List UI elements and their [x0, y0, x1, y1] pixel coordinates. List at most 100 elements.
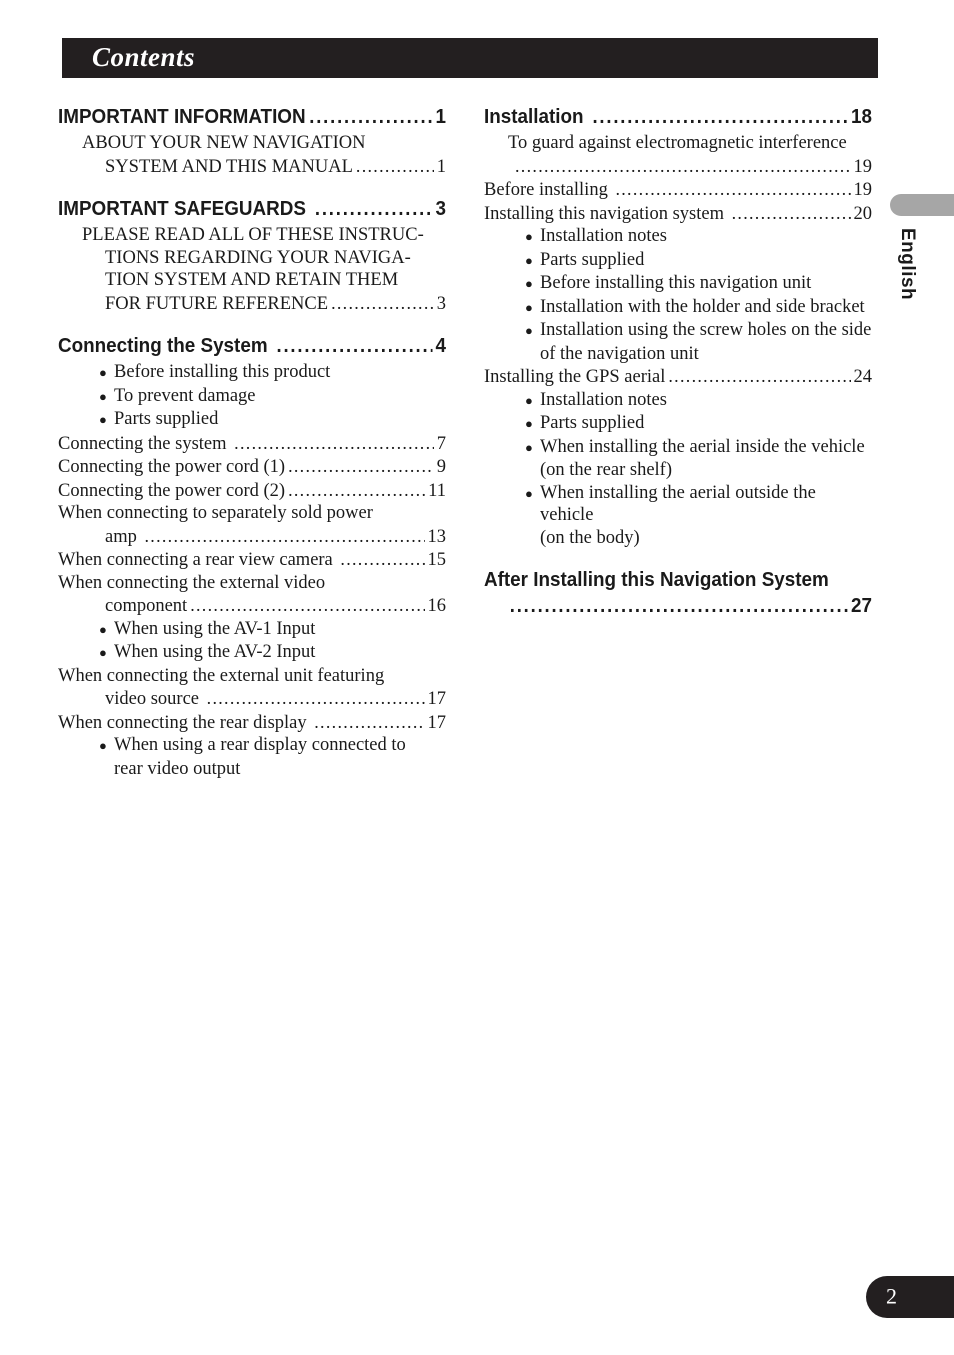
- toc-entry-label: Installing this navigation system: [484, 203, 729, 224]
- toc-entry-continuation[interactable]: ........................................…: [484, 155, 872, 179]
- toc-bullet-label: When installing the aerial inside the ve…: [540, 436, 865, 457]
- page-number: 17: [427, 712, 447, 733]
- language-tab-label: English: [897, 228, 918, 301]
- toc-bullet-label: Before installing this navigation unit: [540, 273, 812, 293]
- toc-entry-label: SYSTEM AND THIS MANUAL: [105, 156, 353, 177]
- bullet-dot-icon: ●: [525, 299, 533, 315]
- toc-heading[interactable]: Connecting the System ..................…: [58, 333, 446, 359]
- toc-bullet-item[interactable]: ● When installing the aerial inside the v…: [484, 436, 872, 460]
- toc-entry[interactable]: When connecting the external unit featur…: [58, 665, 446, 688]
- toc-entry-label: PLEASE READ ALL OF THESE INSTRUC-: [82, 225, 424, 245]
- toc-bullet-label: To prevent damage: [114, 385, 256, 406]
- toc-bullet-item[interactable]: ● When using a rear display connected to: [58, 734, 446, 758]
- toc-entry-label: component: [105, 596, 188, 616]
- page-number: 11: [428, 480, 446, 501]
- toc-heading[interactable]: After Installing this Navigation System.…: [484, 567, 872, 619]
- toc-bullet-continuation: (on the rear shelf): [540, 460, 673, 480]
- toc-entry-label: TION SYSTEM AND RETAIN THEM: [105, 270, 399, 290]
- toc-entry[interactable]: When connecting to separately sold power: [58, 502, 446, 525]
- toc-bullet-item[interactable]: ● Before installing this product: [58, 361, 446, 385]
- toc-bullet-label: When using a rear display connected to: [114, 735, 406, 755]
- page-number: 18: [851, 105, 873, 128]
- toc-entry[interactable]: Installing this navigation system ......…: [484, 202, 872, 226]
- toc-bullet-item[interactable]: ● When installing the aerial outside the …: [484, 482, 872, 527]
- toc-entry-label: Connecting the power cord (2): [58, 480, 286, 501]
- toc-entry[interactable]: When connecting a rear view camera .....…: [58, 548, 446, 572]
- toc-bullet-label: Installation using the screw holes on th…: [540, 320, 872, 340]
- page-number: 1: [436, 156, 446, 177]
- toc-bullet-item[interactable]: ● When using the AV-2 Input: [58, 641, 446, 665]
- toc-entry-continuation[interactable]: amp ....................................…: [58, 525, 446, 549]
- page-number: 7: [436, 433, 446, 454]
- dot-leader: ........................................…: [276, 336, 433, 356]
- toc-bullet-item[interactable]: ● Parts supplied: [484, 249, 872, 273]
- language-tab-marker: [890, 194, 954, 216]
- toc-bullet-item[interactable]: ● Parts supplied: [58, 408, 446, 432]
- toc-heading[interactable]: Installation ...........................…: [484, 104, 872, 130]
- bullet-dot-icon: ●: [525, 392, 533, 408]
- toc-entry-continuation[interactable]: SYSTEM AND THIS MANUAL..................…: [58, 155, 446, 179]
- toc-entry[interactable]: Before installing ......................…: [484, 178, 872, 202]
- toc-bullet-item[interactable]: ● To prevent damage: [58, 385, 446, 409]
- toc-entry[interactable]: ABOUT YOUR NEW NAVIGATION: [58, 132, 446, 155]
- toc-entry-label: When connecting the external unit featur…: [58, 665, 385, 686]
- page-number: 1: [435, 105, 447, 128]
- toc-bullet-label: When installing the aerial outside the v…: [540, 482, 816, 526]
- toc-entry-continuation[interactable]: video source ...........................…: [58, 687, 446, 711]
- toc-bullet-item[interactable]: ● Installation notes: [484, 225, 872, 249]
- toc-bullet-label: When using the AV-2 Input: [114, 642, 316, 662]
- toc-heading[interactable]: IMPORTANT INFORMATION...................…: [58, 104, 446, 130]
- page-number: 15: [427, 550, 447, 570]
- toc-entry[interactable]: Connecting the power cord (1)...........…: [58, 455, 446, 479]
- toc-entry-continuation: TION SYSTEM AND RETAIN THEM: [58, 269, 446, 292]
- toc-bullet-label: Parts supplied: [540, 249, 645, 270]
- dot-leader: ........................................…: [515, 155, 851, 176]
- toc-entry[interactable]: Connecting the power cord (2)...........…: [58, 479, 446, 503]
- toc-bullet-item[interactable]: ● Parts supplied: [484, 412, 872, 436]
- toc-bullet-label: Before installing this product: [114, 362, 331, 382]
- bullet-dot-icon: ●: [525, 485, 533, 501]
- page-number: 19: [853, 180, 873, 200]
- toc-heading-label: Installation: [484, 105, 589, 128]
- dot-leader: ........................................…: [190, 595, 424, 615]
- dot-leader: ........................................…: [615, 179, 850, 199]
- toc-entry-continuation[interactable]: FOR FUTURE REFERENCE....................…: [58, 292, 446, 316]
- toc-entry[interactable]: Installing the GPS aerial...............…: [484, 365, 872, 389]
- toc-bullet-label: Installation notes: [540, 389, 667, 410]
- bullet-dot-icon: ●: [525, 323, 533, 338]
- toc-left-column: IMPORTANT INFORMATION...................…: [58, 104, 446, 780]
- toc-entry[interactable]: Connecting the system ..................…: [58, 432, 446, 456]
- toc-entry-label: When connecting the external video: [58, 572, 326, 593]
- toc-right-column: Installation ...........................…: [484, 104, 872, 621]
- toc-entry[interactable]: When connecting the external video: [58, 572, 446, 595]
- toc-bullet-item[interactable]: ● Before installing this navigation unit: [484, 272, 872, 296]
- toc-entry-label: amp: [105, 526, 142, 547]
- bullet-dot-icon: ●: [99, 388, 107, 404]
- toc-entry-label: When connecting a rear view camera: [58, 550, 338, 570]
- toc-bullet-label: Parts supplied: [540, 413, 645, 433]
- toc-entry-continuation[interactable]: component...............................…: [58, 594, 446, 618]
- toc-entry-label: ABOUT YOUR NEW NAVIGATION: [82, 133, 366, 153]
- toc-bullet-item[interactable]: ● Installation with the holder and side b…: [484, 296, 872, 320]
- dot-leader: ........................................…: [309, 107, 432, 127]
- toc-bullet-item[interactable]: ● Installation notes: [484, 389, 872, 413]
- toc-entry[interactable]: PLEASE READ ALL OF THESE INSTRUC-: [58, 224, 446, 247]
- toc-entry[interactable]: When connecting the rear display .......…: [58, 711, 446, 735]
- bullet-dot-icon: ●: [525, 276, 533, 291]
- dot-leader: ........................................…: [288, 479, 425, 500]
- toc-bullet-continuation: (on the body): [540, 527, 640, 548]
- toc-heading-label: IMPORTANT INFORMATION: [58, 105, 306, 128]
- toc-bullet-item[interactable]: ● Installation using the screw holes on t…: [484, 319, 872, 343]
- dot-leader: ........................................…: [668, 366, 850, 386]
- bullet-dot-icon: ●: [525, 416, 533, 431]
- bullet-dot-icon: ●: [525, 229, 533, 244]
- page-number: 20: [853, 203, 873, 224]
- page-title: Contents: [92, 41, 196, 72]
- toc-entry[interactable]: To guard against electromagnetic interfe…: [484, 132, 872, 155]
- toc-bullet-label: When using the AV-1 Input: [114, 618, 316, 639]
- toc-entry-label: When connecting the rear display: [58, 712, 312, 733]
- toc-bullet-continuation: of the navigation unit: [540, 343, 699, 364]
- toc-bullet-item[interactable]: ● When using the AV-1 Input: [58, 618, 446, 642]
- toc-entry-label: Connecting the system: [58, 433, 232, 454]
- toc-heading[interactable]: IMPORTANT SAFEGUARDS ...................…: [58, 196, 446, 222]
